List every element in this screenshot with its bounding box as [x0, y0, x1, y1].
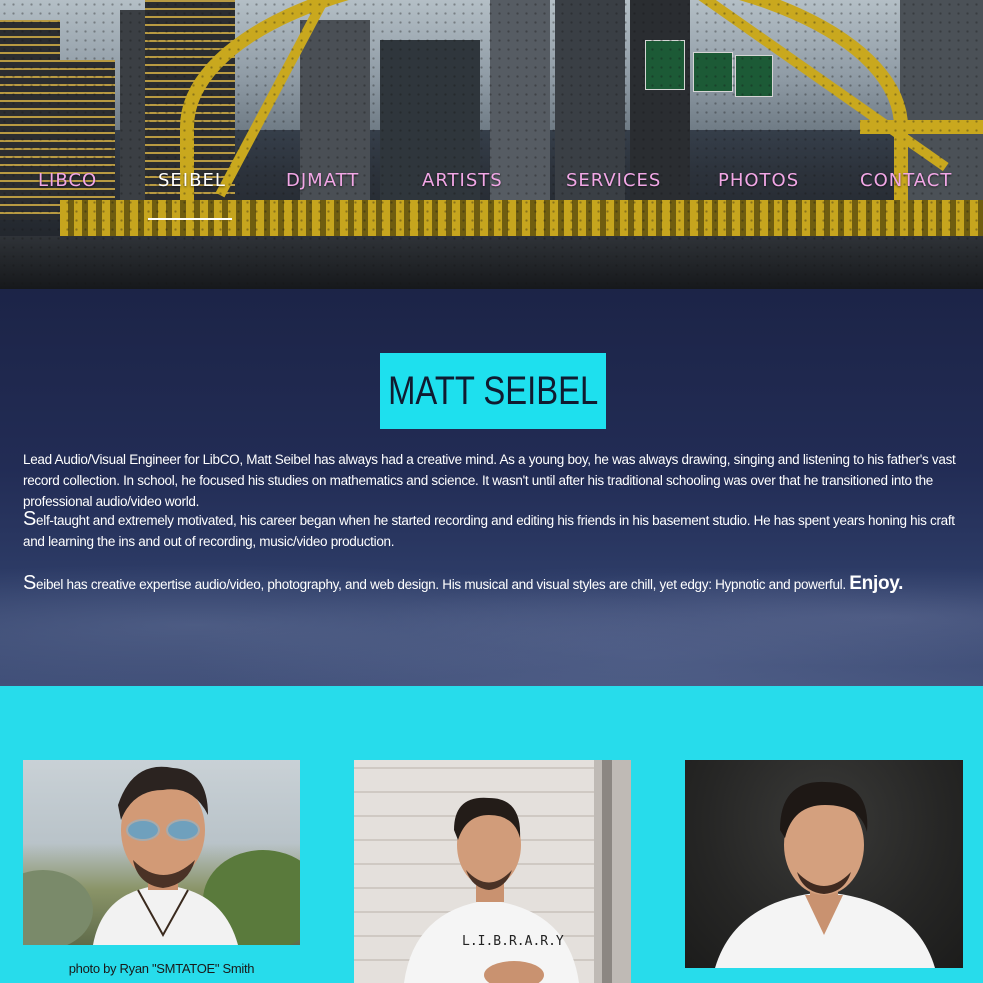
about-paragraph-2: Self-taught and extremely motivated, his…	[23, 509, 959, 552]
gallery-photo-1[interactable]	[23, 760, 300, 945]
about-paragraph-1: Lead Audio/Visual Engineer for LibCO, Ma…	[23, 452, 956, 509]
page-title: MATT SEIBEL	[387, 368, 599, 413]
about-paragraph-2-text: elf-taught and extremely motivated, his …	[23, 513, 955, 549]
photo-caption: photo by Ryan "SMTATOE" Smith	[68, 961, 255, 976]
portrait-library-shirt-image: L.I.B.R.A.R.Y	[404, 760, 631, 983]
gallery-photo-3[interactable]	[685, 760, 963, 968]
about-title-box: MATT SEIBEL	[380, 353, 606, 429]
about-section: MATT SEIBEL Lead Audio/Visual Engineer f…	[0, 289, 983, 686]
nav-active-underline	[148, 218, 232, 220]
drop-cap: S	[23, 572, 37, 594]
portrait-white-shirt-image	[715, 781, 935, 968]
photo-gallery: L.I.B.R.A.R.Y	[0, 686, 983, 983]
nav-item-artists[interactable]: ARTISTS	[422, 170, 503, 191]
about-cloud-background	[0, 529, 983, 686]
portrait-sunglasses-image	[23, 766, 300, 945]
drop-cap: S	[23, 508, 37, 530]
nav-item-services[interactable]: SERVICES	[566, 170, 661, 191]
nav-item-djmatt[interactable]: DJMATT	[286, 170, 359, 191]
about-paragraph-3-text: eibel has creative expertise audio/video…	[36, 577, 850, 592]
nav-item-contact[interactable]: CONTACT	[860, 170, 952, 191]
enjoy-text: Enjoy.	[849, 573, 904, 594]
gallery-photo-2[interactable]: L.I.B.R.A.R.Y	[354, 760, 631, 983]
hero-banner	[0, 0, 983, 289]
nav-item-seibel[interactable]: SEIBEL	[158, 170, 226, 191]
svg-text:L.I.B.R.A.R.Y: L.I.B.R.A.R.Y	[462, 934, 564, 949]
about-paragraph-3: Seibel has creative expertise audio/vide…	[23, 573, 959, 595]
main-nav: LIBCO SEIBEL DJMATT ARTISTS SERVICES PHO…	[0, 170, 983, 200]
nav-item-libco[interactable]: LIBCO	[38, 170, 97, 191]
hero-dot-overlay	[0, 0, 983, 289]
nav-item-photos[interactable]: PHOTOS	[718, 170, 799, 191]
